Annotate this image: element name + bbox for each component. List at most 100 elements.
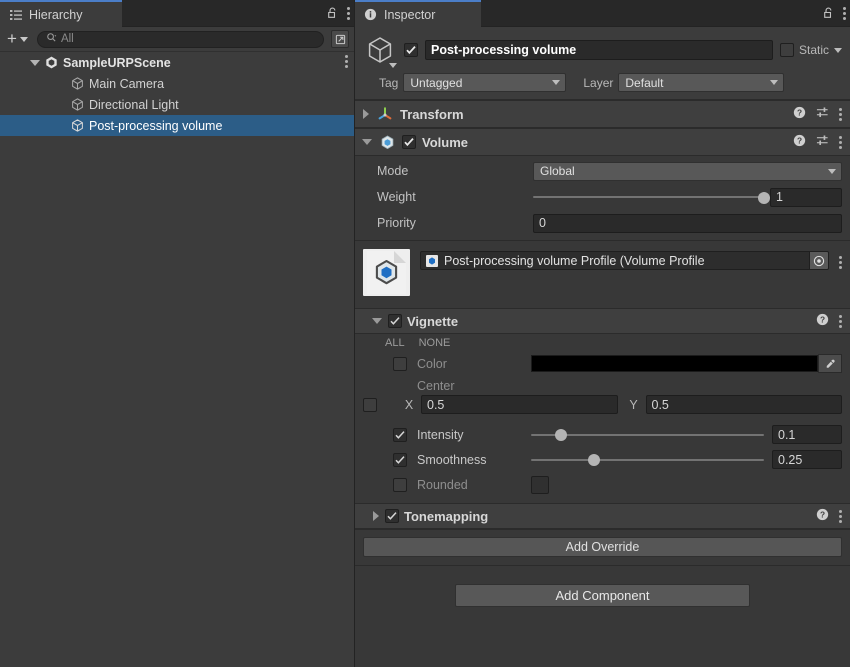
volume-priority-input[interactable]: 0 — [533, 214, 842, 233]
hierarchy-row-directional-light[interactable]: Directional Light — [0, 94, 354, 115]
add-gameobject-button[interactable]: + — [5, 32, 30, 46]
kebab-menu-icon[interactable] — [839, 136, 842, 149]
help-circle-icon[interactable]: ? — [793, 106, 806, 122]
kebab-menu-icon[interactable] — [345, 55, 348, 68]
vignette-color-swatch[interactable] — [531, 355, 818, 372]
volume-mode-row: Mode Global — [363, 160, 842, 182]
hierarchy-row-scene[interactable]: SampleURPScene — [0, 52, 354, 73]
vignette-smoothness-slider[interactable] — [531, 450, 764, 469]
gameobject-name-row: Post-processing volume Static — [363, 33, 842, 67]
volume-enabled-checkbox[interactable] — [402, 135, 416, 149]
volume-component-body: Mode Global Weight 1 Priority — [355, 156, 850, 240]
component-header-transform[interactable]: Transform ? — [355, 100, 850, 128]
preset-sliders-icon[interactable] — [816, 134, 829, 150]
chevron-down-icon[interactable] — [389, 63, 397, 68]
component-tools-volume: ? — [793, 134, 842, 150]
component-title-transform: Transform — [400, 107, 464, 122]
add-component-button[interactable]: Add Component — [455, 584, 750, 607]
open-in-new-icon[interactable] — [331, 30, 349, 48]
volume-mode-label: Mode — [363, 164, 533, 178]
vignette-intensity-slider[interactable] — [531, 425, 764, 444]
chevron-down-icon[interactable] — [362, 139, 372, 145]
lock-open-icon[interactable] — [821, 6, 834, 22]
unity-editor-window: Hierarchy + — [0, 0, 850, 667]
volume-profile-name: Post-processing volume Profile (Volume P… — [444, 254, 804, 268]
vignette-rounded-checkbox[interactable] — [531, 476, 549, 494]
vignette-center-override-checkbox[interactable] — [363, 398, 377, 412]
override-header-tonemapping[interactable]: Tonemapping ? — [355, 503, 850, 529]
vignette-enabled-checkbox[interactable] — [388, 314, 402, 328]
inspector-panel: Inspector — [355, 0, 850, 667]
help-circle-icon[interactable]: ? — [793, 134, 806, 150]
search-input[interactable]: All — [37, 31, 324, 48]
chevron-down-icon — [828, 169, 836, 174]
preset-sliders-icon[interactable] — [816, 106, 829, 122]
layer-label: Layer — [583, 76, 613, 90]
vignette-intensity-input[interactable]: 0.1 — [772, 425, 842, 444]
kebab-menu-icon[interactable] — [839, 510, 842, 523]
gameobject-enabled-checkbox[interactable] — [404, 43, 418, 57]
layer-dropdown[interactable]: Default — [618, 73, 784, 92]
help-circle-icon[interactable]: ? — [816, 313, 829, 329]
gameobject-cube-icon[interactable] — [363, 33, 397, 67]
static-checkbox[interactable] — [780, 43, 794, 57]
kebab-menu-icon[interactable] — [347, 7, 350, 20]
vignette-center-x-input[interactable]: 0.5 — [421, 395, 618, 414]
slider-knob[interactable] — [758, 192, 770, 204]
vignette-smoothness-override-checkbox[interactable] — [393, 453, 407, 467]
volume-mode-dropdown[interactable]: Global — [533, 162, 842, 181]
chevron-down-icon[interactable] — [372, 318, 382, 324]
tab-hierarchy[interactable]: Hierarchy — [0, 0, 122, 27]
lock-open-icon[interactable] — [325, 6, 338, 22]
hierarchy-tabbar: Hierarchy — [0, 0, 354, 27]
vignette-center-y-input[interactable]: 0.5 — [646, 395, 843, 414]
volume-weight-slider[interactable] — [533, 188, 764, 207]
vignette-intensity-override-checkbox[interactable] — [393, 428, 407, 442]
chevron-down-icon[interactable] — [834, 48, 842, 53]
kebab-menu-icon[interactable] — [839, 108, 842, 121]
override-title-tonemapping: Tonemapping — [404, 509, 488, 524]
tag-dropdown[interactable]: Untagged — [403, 73, 566, 92]
help-circle-icon[interactable]: ? — [816, 508, 829, 524]
add-component-section: Add Component — [355, 565, 850, 667]
kebab-menu-icon[interactable] — [839, 315, 842, 328]
component-header-volume[interactable]: Volume ? — [355, 128, 850, 156]
component-title-volume: Volume — [422, 135, 468, 150]
chevron-right-icon[interactable] — [363, 109, 369, 119]
hierarchy-toolbar: + All — [0, 27, 354, 52]
vignette-smoothness-input[interactable]: 0.25 — [772, 450, 842, 469]
volume-weight-input[interactable]: 1 — [770, 188, 842, 207]
hierarchy-row-label: Post-processing volume — [89, 119, 222, 133]
circle-select-icon[interactable] — [809, 252, 828, 269]
override-header-vignette[interactable]: Vignette ? — [355, 308, 850, 334]
hierarchy-row-main-camera[interactable]: Main Camera — [0, 73, 354, 94]
tonemapping-enabled-checkbox[interactable] — [385, 509, 399, 523]
override-all-button[interactable]: ALL — [385, 337, 405, 349]
chevron-down-icon — [20, 37, 28, 42]
volume-priority-label: Priority — [363, 216, 533, 230]
override-tools-vignette: ? — [816, 313, 842, 329]
override-none-button[interactable]: NONE — [419, 337, 451, 349]
tab-inspector-label: Inspector — [384, 8, 435, 22]
tab-inspector[interactable]: Inspector — [355, 0, 481, 27]
add-override-button[interactable]: Add Override — [363, 537, 842, 557]
volume-profile-asset-icon[interactable] — [363, 249, 410, 296]
volume-profile-object-field[interactable]: Post-processing volume Profile (Volume P… — [420, 251, 829, 270]
kebab-menu-icon[interactable] — [839, 256, 842, 269]
eyedropper-icon[interactable] — [818, 354, 842, 373]
chevron-down-icon[interactable] — [30, 60, 40, 66]
kebab-menu-icon[interactable] — [843, 7, 846, 20]
inspector-body: Post-processing volume Static Tag Untagg… — [355, 27, 850, 667]
slider-knob[interactable] — [555, 429, 567, 441]
hierarchy-row-post-processing-volume[interactable]: Post-processing volume — [0, 115, 354, 136]
component-tools-transform: ? — [793, 106, 842, 122]
gameobject-name-input[interactable]: Post-processing volume — [425, 40, 773, 60]
vignette-color-override-checkbox[interactable] — [393, 357, 407, 371]
slider-knob[interactable] — [588, 454, 600, 466]
chevron-right-icon[interactable] — [373, 511, 379, 521]
hierarchy-tab-tools — [325, 0, 350, 27]
vignette-rounded-override-checkbox[interactable] — [393, 478, 407, 492]
inspector-tabbar-empty — [481, 0, 850, 27]
volume-mode-value: Global — [540, 164, 575, 178]
hierarchy-row-label: SampleURPScene — [63, 56, 171, 70]
